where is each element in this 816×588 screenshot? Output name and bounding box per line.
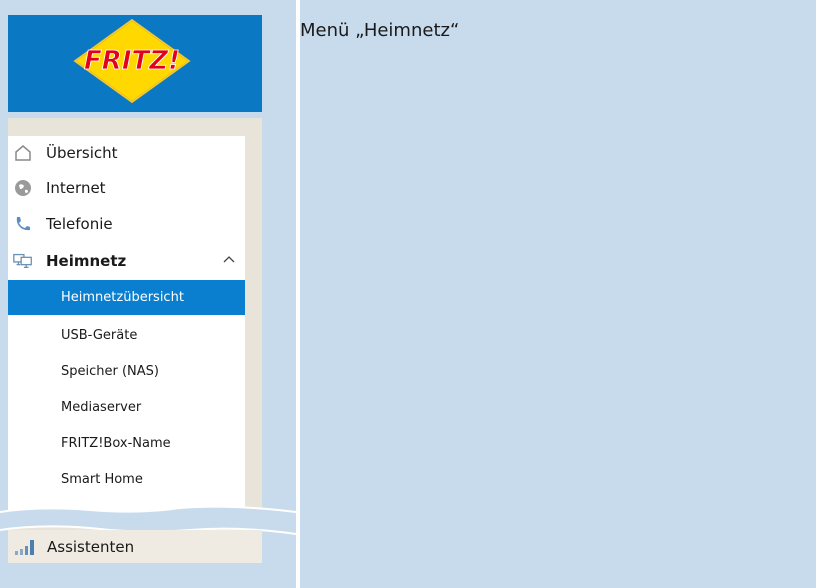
nav-item-uebersicht[interactable]: Übersicht: [8, 136, 245, 170]
phone-icon: [12, 213, 34, 235]
sub-item-label: Heimnetzübersicht: [61, 290, 184, 305]
right-column: [300, 0, 816, 588]
home-icon: [12, 142, 34, 164]
sub-item-heimnetzuebersicht[interactable]: Heimnetzübersicht: [8, 280, 245, 315]
sub-item-label: Mediaserver: [61, 400, 142, 415]
assistants-label: Assistenten: [47, 537, 135, 556]
nav-item-heimnetz[interactable]: Heimnetz: [8, 244, 245, 278]
fritz-logo: FRITZ!: [73, 18, 191, 104]
sub-item-speicher-nas[interactable]: Speicher (NAS): [8, 354, 245, 389]
assistant-bars-icon: [15, 539, 34, 555]
nav-item-label: Heimnetz: [46, 252, 127, 270]
chevron-up-icon[interactable]: [221, 252, 237, 268]
sub-item-fritzbox-name[interactable]: FRITZ!Box-Name: [8, 426, 245, 461]
svg-text:FRITZ!: FRITZ!: [84, 46, 180, 76]
globe-icon: [12, 177, 34, 199]
nav-item-telefonie[interactable]: Telefonie: [8, 207, 245, 241]
sub-item-smart-home[interactable]: Smart Home: [8, 462, 245, 497]
nav-item-label: Telefonie: [46, 215, 113, 233]
assistants-button[interactable]: Assistenten: [8, 530, 262, 563]
sub-item-mediaserver[interactable]: Mediaserver: [8, 390, 245, 425]
sub-item-usb-geraete[interactable]: USB-Geräte: [8, 318, 245, 353]
sub-item-label: Speicher (NAS): [61, 364, 159, 379]
caption-title: Menü „Heimnetz“: [300, 20, 460, 41]
sub-item-label: Smart Home: [61, 472, 143, 487]
nav-item-label: Übersicht: [46, 144, 118, 162]
network-icon: [12, 250, 34, 272]
sub-item-label: USB-Geräte: [61, 328, 138, 343]
nav-item-label: Internet: [46, 179, 106, 197]
sub-item-label: FRITZ!Box-Name: [61, 436, 171, 451]
nav-item-internet[interactable]: Internet: [8, 171, 245, 205]
brand-header: FRITZ!: [8, 15, 262, 112]
